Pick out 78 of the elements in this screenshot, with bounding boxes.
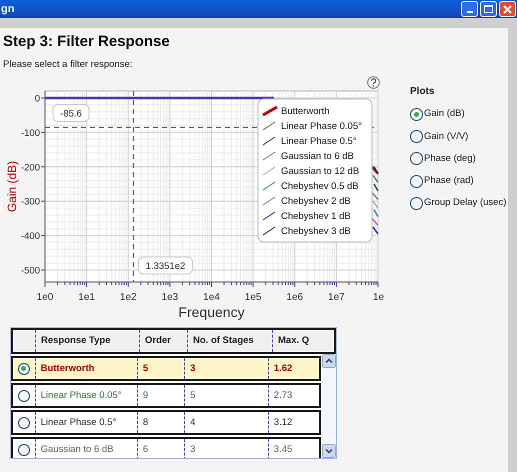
- legend-label: Chebyshev 3 dB: [281, 226, 351, 238]
- legend-label: Chebyshev 2 dB: [281, 196, 351, 208]
- column-header[interactable]: Response Type: [35, 330, 139, 352]
- tick-label: 1e4: [203, 292, 220, 304]
- radio-label: Gain (V/V): [424, 130, 468, 144]
- table-cell: 3: [184, 439, 268, 458]
- tick-label: 1e1: [78, 292, 95, 304]
- table-cell: Gaussian to 6 dB: [34, 439, 137, 458]
- table-cell: Linear Phase 0.05°: [34, 385, 137, 406]
- radio-button[interactable]: [18, 390, 30, 402]
- table-cell: 5: [184, 385, 268, 406]
- radio-button[interactable]: [410, 196, 423, 210]
- tick-label: 1e: [373, 292, 384, 304]
- column-header[interactable]: Max. Q: [272, 330, 324, 352]
- help-icon[interactable]: [367, 76, 380, 90]
- table-cell: Linear Phase 0.5°: [34, 412, 137, 434]
- close-icon: [503, 4, 512, 14]
- radio-label: Gain (dB): [424, 107, 465, 122]
- legend-label: Gaussian to 12 dB: [281, 166, 360, 178]
- radio-label: Phase (deg): [424, 152, 476, 166]
- tick-label: -400: [20, 231, 40, 242]
- table-row[interactable]: Gaussian to 6 dB 6 3 3.45: [11, 437, 321, 458]
- table-cell: 4: [184, 412, 268, 434]
- window-title: gn: [1, 2, 14, 17]
- legend-label: Chebyshev 0.5 dB: [281, 181, 359, 192]
- tick-label: 1e0: [36, 292, 54, 304]
- table-cell: 8: [136, 412, 184, 434]
- tick-label: -300: [20, 196, 40, 208]
- radio-button[interactable]: [410, 174, 423, 188]
- legend-label: Gaussian to 6 dB: [281, 151, 354, 162]
- tick-label: 1e6: [286, 292, 304, 304]
- radio-button[interactable]: [18, 362, 30, 375]
- tick-label: 0: [34, 94, 40, 105]
- table-cell: 6: [136, 439, 184, 458]
- table-cell: 3.12: [268, 412, 319, 434]
- radio-label: Group Delay (usec): [424, 196, 506, 210]
- scroll-up-icon[interactable]: [322, 354, 336, 368]
- minimize-button[interactable]: [461, 1, 478, 17]
- table-cell: 2.73: [268, 385, 319, 406]
- table-row[interactable]: Butterworth 5 3 1.62: [11, 356, 321, 382]
- column-header[interactable]: Order: [139, 330, 187, 352]
- table-cell: 3: [184, 358, 268, 380]
- close-button[interactable]: [499, 1, 516, 17]
- legend-label: Butterworth: [281, 106, 330, 118]
- radio-button[interactable]: [410, 152, 423, 166]
- cursor-label: -85.6: [52, 104, 90, 122]
- legend-label: Linear Phase 0.5°: [281, 136, 357, 148]
- table-cell: 3.45: [268, 439, 319, 458]
- tick-label: -200: [20, 162, 40, 174]
- table-cell: 5: [136, 358, 184, 380]
- tick-label: -500: [20, 266, 40, 277]
- legend-label: Chebyshev 1 dB: [281, 211, 351, 222]
- cursor-label: 1.3351e2: [138, 256, 193, 275]
- section-title: Plots: [410, 85, 436, 100]
- legend-label: Linear Phase 0.05°: [281, 121, 362, 132]
- table-cell: 9: [136, 385, 184, 406]
- tick-label: 1e3: [162, 292, 178, 304]
- instruction-text: Please select a filter response:: [3, 58, 134, 72]
- radio-button[interactable]: [18, 444, 30, 456]
- tick-label: 1e7: [328, 292, 345, 304]
- radio-button[interactable]: [18, 416, 30, 429]
- radio-button[interactable]: [410, 108, 423, 121]
- column-header[interactable]: No. of Stages: [187, 330, 272, 352]
- table-cell: Butterworth: [34, 358, 137, 380]
- tick-label: -100: [20, 128, 40, 140]
- table-cell: 1.62: [268, 358, 319, 380]
- tick-label: 1e2: [120, 292, 137, 304]
- tick-label: 1e5: [244, 292, 262, 304]
- table-row[interactable]: Linear Phase 0.5° 8 4 3.12: [11, 410, 321, 436]
- scrollbar[interactable]: [322, 354, 336, 458]
- step-title: Step 3: Filter Response: [3, 32, 171, 52]
- maximize-button[interactable]: [480, 1, 497, 17]
- radio-button[interactable]: [410, 130, 423, 144]
- axis-title: Gain (dB): [5, 161, 19, 212]
- table-row[interactable]: Linear Phase 0.05° 9 5 2.73: [11, 383, 321, 408]
- axis-title: Frequency: [178, 304, 245, 320]
- scroll-down-icon[interactable]: [322, 444, 336, 458]
- radio-label: Phase (rad): [424, 174, 474, 188]
